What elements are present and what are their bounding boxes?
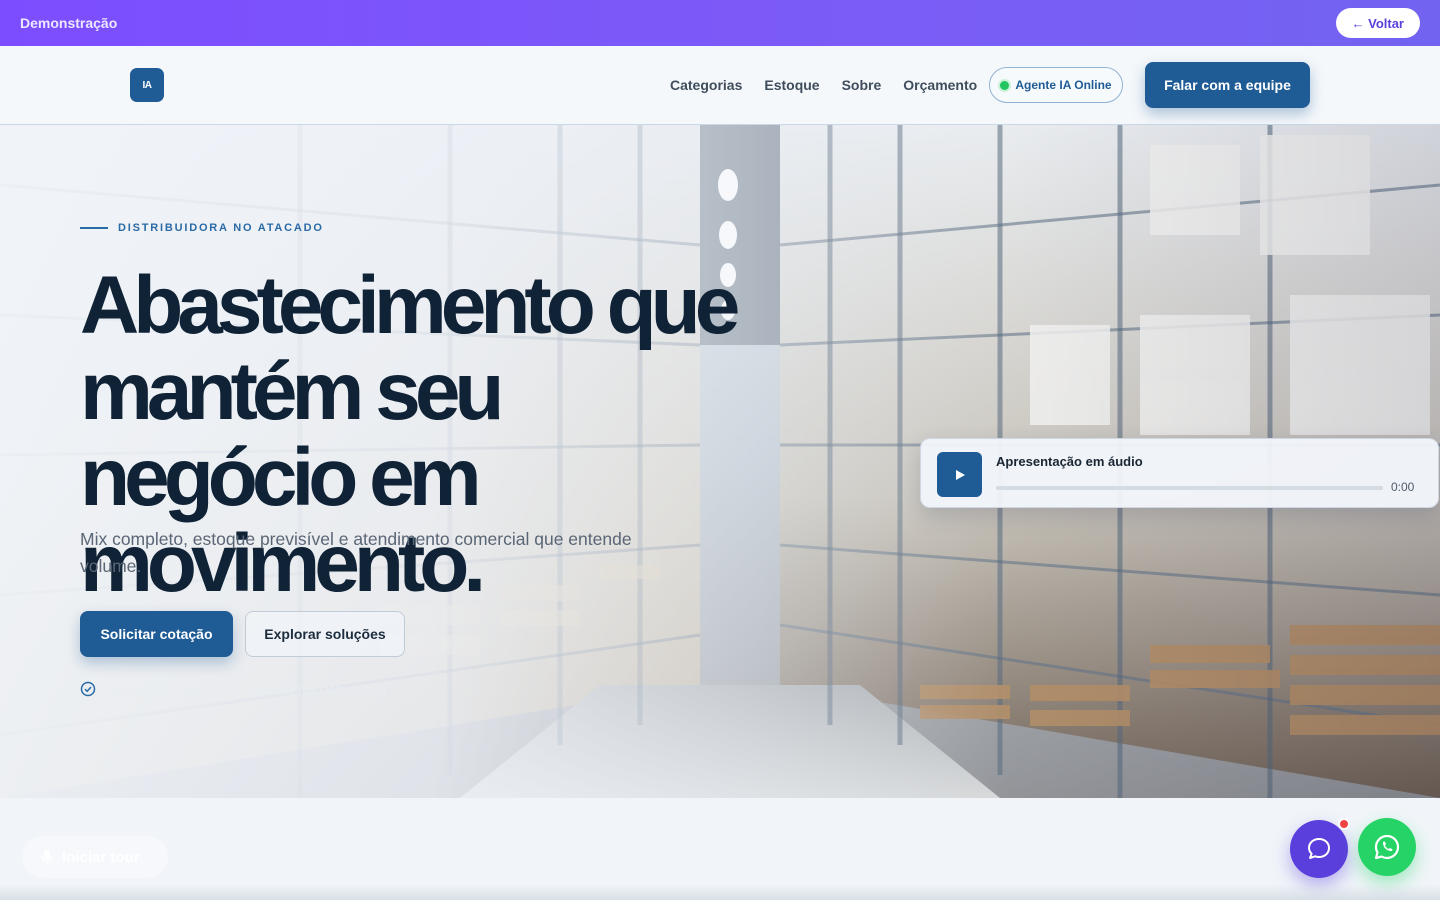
nav-item-sobre[interactable]: Sobre xyxy=(842,77,882,93)
chat-bubble-icon xyxy=(1308,838,1330,859)
check-circle-icon xyxy=(80,681,96,697)
eyebrow-line xyxy=(80,227,108,229)
explore-solutions-button[interactable]: Explorar soluções xyxy=(245,611,405,657)
whatsapp-button[interactable] xyxy=(1358,818,1416,876)
hero-note-text: Atendimento humano e resposta pelo Whats… xyxy=(106,681,386,697)
whatsapp-icon xyxy=(1374,834,1400,860)
hero-note: Atendimento humano e resposta pelo Whats… xyxy=(80,681,386,697)
hero-section: DISTRIBUIDORA NO ATACADO Abastecimento q… xyxy=(0,125,1440,798)
audio-player: Apresentação em áudio 0:00 xyxy=(920,438,1439,508)
play-icon xyxy=(955,469,965,480)
chat-notification-badge xyxy=(1338,818,1350,830)
agent-status-label: Agente IA Online xyxy=(1015,78,1112,92)
microphone-icon xyxy=(41,850,53,864)
hero-subtitle: Mix completo, estoque previsível e atend… xyxy=(80,529,632,576)
demo-label: Demonstração xyxy=(20,15,118,31)
nav-item-orcamento[interactable]: Orçamento xyxy=(903,77,977,93)
eyebrow-label: DISTRIBUIDORA NO ATACADO xyxy=(118,222,324,234)
logo-text: IA xyxy=(142,79,153,91)
main-nav: Categorias Estoque Sobre Orçamento xyxy=(670,77,977,93)
agent-status-pill[interactable]: Agente IA Online xyxy=(989,67,1123,103)
audio-title: Apresentação em áudio xyxy=(996,454,1143,469)
nav-item-estoque[interactable]: Estoque xyxy=(764,77,819,93)
online-status-dot-icon xyxy=(1000,80,1010,90)
audio-progress-track[interactable] xyxy=(996,486,1383,490)
start-tour-button[interactable]: Iniciar tour xyxy=(22,836,168,878)
hero-eyebrow: DISTRIBUIDORA NO ATACADO xyxy=(80,222,324,234)
logo[interactable]: IA xyxy=(130,68,164,102)
start-tour-label: Iniciar tour xyxy=(62,848,140,866)
back-button[interactable]: ← Voltar xyxy=(1335,8,1420,38)
audio-time: 0:00 xyxy=(1391,480,1415,494)
bottom-edge-shadow xyxy=(0,884,1440,900)
nav-item-categorias[interactable]: Categorias xyxy=(670,77,742,93)
demo-bar: Demonstração ← Voltar xyxy=(0,0,1440,46)
site-header: IA Categorias Estoque Sobre Orçamento Ag… xyxy=(0,46,1440,125)
play-button[interactable] xyxy=(937,452,982,497)
request-quote-button[interactable]: Solicitar cotação xyxy=(80,611,233,657)
talk-to-team-button[interactable]: Falar com a equipe xyxy=(1145,62,1310,108)
